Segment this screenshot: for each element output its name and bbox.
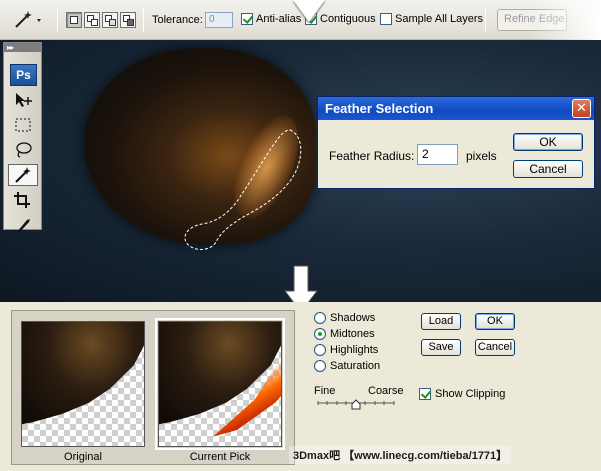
unit-label: pixels [466,149,497,163]
ok-button[interactable]: OK [475,313,515,330]
radio-label: Midtones [330,328,375,340]
sample-all-layers-label: Sample All Layers [395,13,484,25]
subtract-from-selection-button[interactable] [102,12,118,28]
tool-preset-picker[interactable] [12,9,46,31]
radio-dot [314,312,326,324]
feather-selection-dialog: Feather Selection ✕ Feather Radius: 2 pi… [317,96,595,189]
slider-thumb[interactable] [351,399,361,410]
intersect-selection-button[interactable] [120,12,136,28]
current-pick-label: Current Pick [189,451,251,463]
preview-thumbnails: Original Current Pick [11,310,295,465]
magic-wand-icon [15,11,41,28]
move-tool-button[interactable] [8,89,38,111]
slice-tool-button[interactable] [8,214,38,236]
close-icon[interactable]: ✕ [572,99,591,118]
radio-dot [314,328,326,340]
rect-marquee-icon [15,118,31,132]
variations-panel: Original Current Pick Shadows Midtones H… [0,302,601,471]
cancel-button[interactable]: Cancel [475,339,515,356]
original-label: Original [64,451,102,463]
add-to-selection-button[interactable] [84,12,100,28]
fine-label: Fine [314,385,336,397]
radio-highlights[interactable]: Highlights [314,344,378,356]
fine-coarse-slider[interactable] [317,398,395,410]
radio-dot [314,360,326,372]
radio-midtones[interactable]: Midtones [314,328,375,340]
lasso-icon [16,142,32,158]
radio-shadows[interactable]: Shadows [314,312,375,324]
save-button[interactable]: Save [421,339,461,356]
slice-knife-icon [17,219,30,233]
separator [143,8,144,32]
magic-wand-icon [15,167,31,183]
pointer-arrow-icon [293,0,325,22]
checkbox-box [380,13,392,25]
current-pick-thumbnail[interactable] [155,318,285,450]
checkbox-box [419,388,431,400]
photoshop-logo[interactable]: Ps [10,64,37,86]
load-button[interactable]: Load [421,313,461,330]
original-thumbnail[interactable] [21,321,145,447]
checkbox-box [241,13,253,25]
radio-dot [314,344,326,356]
crop-tool-button[interactable] [8,189,38,211]
toolbox-grip[interactable]: ▸▸ [4,43,41,52]
show-clipping-label: Show Clipping [435,388,506,400]
thumbnail-image [159,322,281,428]
feather-radius-input[interactable]: 2 [417,144,458,165]
selection-marquee [184,129,302,250]
separator [485,8,486,32]
sample-all-layers-checkbox[interactable]: Sample All Layers [380,13,483,25]
thumbnail-image [22,322,144,428]
show-clipping-checkbox[interactable]: Show Clipping [419,388,505,400]
radio-label: Highlights [330,344,379,356]
cancel-button[interactable]: Cancel [513,160,583,178]
separator [57,8,58,32]
feather-radius-label: Feather Radius: [329,149,415,163]
marquee-tool-button[interactable] [8,114,38,136]
edge-fade [531,0,601,40]
magic-wand-tool-button[interactable] [8,164,38,186]
tolerance-label: Tolerance: [152,14,203,26]
ok-button[interactable]: OK [513,133,583,151]
dialog-title: Feather Selection [318,97,594,120]
radio-label: Saturation [330,360,381,372]
lasso-tool-button[interactable] [8,139,38,161]
move-tool-icon [16,93,32,107]
toolbox: ▸▸ Ps [3,42,42,233]
radio-label: Shadows [330,312,376,324]
coarse-label: Coarse [368,385,404,397]
tolerance-input[interactable]: 0 [205,12,233,28]
radio-saturation[interactable]: Saturation [314,360,380,372]
contiguous-label: Contiguous [320,13,376,25]
new-selection-button[interactable] [66,12,82,28]
crop-icon [14,192,30,208]
watermark-text: 3Dmax吧 【www.linecg.com/tieba/1771】 [289,446,512,464]
